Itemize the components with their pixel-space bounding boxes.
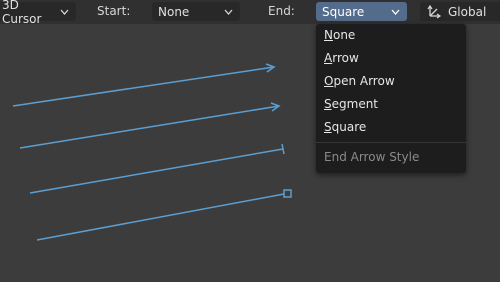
pivot-point-dropdown[interactable]: 3D Cursor	[0, 0, 76, 26]
chevron-down-icon	[390, 6, 401, 17]
stroke-arrow	[19, 102, 281, 149]
menu-title: End Arrow Style	[324, 150, 420, 164]
end-label: End:	[268, 4, 295, 18]
start-label: Start:	[97, 4, 131, 18]
menu-item-none[interactable]: None	[324, 26, 355, 44]
chevron-down-icon	[223, 6, 234, 17]
end-style-value: Square	[322, 4, 365, 19]
pivot-point-value: 3D Cursor	[2, 0, 42, 26]
orientation-dropdown[interactable]: Global	[420, 2, 500, 21]
menu-divider	[316, 142, 466, 143]
end-style-dropdown[interactable]: Square	[316, 2, 407, 21]
chevron-down-icon	[59, 6, 70, 17]
transform-orientation-icon	[426, 4, 442, 20]
start-style-dropdown[interactable]: None	[152, 2, 240, 21]
menu-item-arrow[interactable]: Arrow	[324, 49, 359, 67]
tool-header: 3D Cursor Start: None End: Square Global	[0, 0, 500, 26]
menu-item-segment[interactable]: Segment	[324, 95, 378, 113]
stroke-square	[36, 189, 292, 241]
start-style-value: None	[158, 4, 190, 19]
end-style-menu: None Arrow Open Arrow Segment Square End…	[316, 24, 466, 173]
menu-item-open-arrow[interactable]: Open Arrow	[324, 72, 395, 90]
stroke-segment	[29, 143, 285, 194]
orientation-value: Global	[448, 4, 487, 19]
stroke-open-arrow	[12, 63, 276, 107]
menu-item-square[interactable]: Square	[324, 118, 366, 136]
